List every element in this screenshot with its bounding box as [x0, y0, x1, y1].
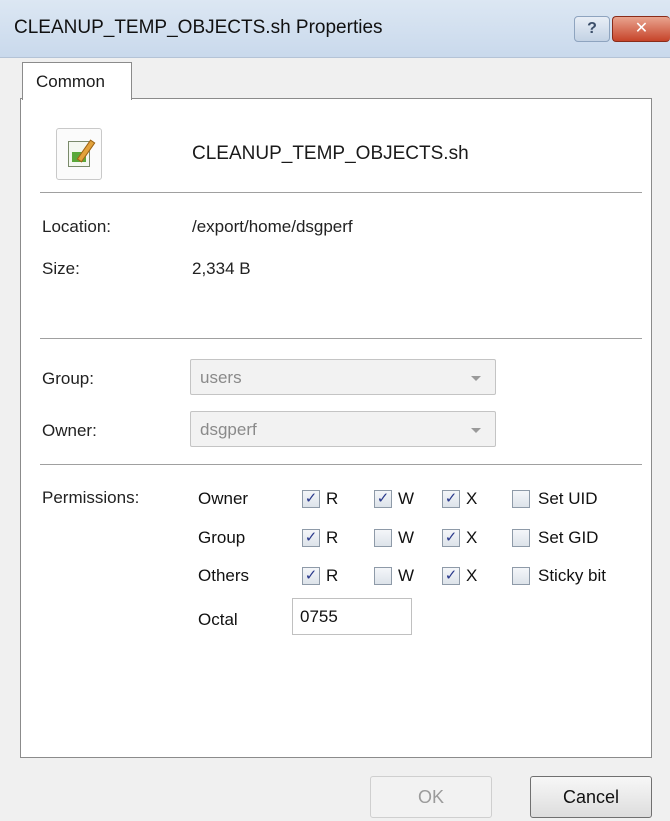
size-value: 2,334 B	[192, 259, 251, 278]
set-uid-label: Set UID	[538, 489, 598, 508]
file-name: CLEANUP_TEMP_OBJECTS.sh	[192, 143, 469, 164]
others-execute-checkbox[interactable]: ✓	[442, 567, 460, 585]
location-value: /export/home/dsgperf	[192, 217, 353, 236]
help-button[interactable]: ?	[574, 16, 610, 42]
permissions-label: Permissions:	[42, 488, 140, 507]
octal-input[interactable]	[292, 598, 412, 635]
set-gid-checkbox[interactable]	[512, 529, 530, 547]
window-title: CLEANUP_TEMP_OBJECTS.sh Properties	[14, 17, 383, 38]
chevron-down-icon	[471, 428, 481, 433]
read-label: R	[326, 566, 339, 585]
cancel-button[interactable]: Cancel	[530, 776, 652, 818]
read-label: R	[326, 489, 339, 508]
sticky-bit-checkbox[interactable]	[512, 567, 530, 585]
read-label: R	[326, 528, 339, 547]
group-dropdown-value: users	[200, 368, 242, 387]
group-label: Group:	[42, 369, 94, 388]
perm-row-others-label: Others	[198, 566, 250, 585]
owner-dropdown[interactable]: dsgperf	[190, 411, 496, 447]
sticky-bit-label: Sticky bit	[538, 566, 607, 585]
owner-dropdown-value: dsgperf	[200, 420, 257, 439]
perm-row-owner-label: Owner	[198, 489, 249, 508]
group-write-checkbox[interactable]	[374, 529, 392, 547]
perm-row-group-label: Group	[198, 528, 246, 547]
owner-execute-checkbox[interactable]: ✓	[442, 490, 460, 508]
owner-label: Owner:	[42, 421, 97, 440]
others-read-checkbox[interactable]: ✓	[302, 567, 320, 585]
ok-button[interactable]: OK	[370, 776, 492, 818]
octal-label: Octal	[198, 610, 238, 629]
others-write-checkbox[interactable]	[374, 567, 392, 585]
execute-label: X	[466, 566, 478, 585]
owner-read-checkbox[interactable]: ✓	[302, 490, 320, 508]
write-label: W	[398, 566, 415, 585]
owner-write-checkbox[interactable]: ✓	[374, 490, 392, 508]
size-label: Size:	[42, 259, 80, 278]
group-dropdown[interactable]: users	[190, 359, 496, 395]
title-bar[interactable]: CLEANUP_TEMP_OBJECTS.sh Properties ? ✕	[0, 0, 670, 58]
script-file-icon	[56, 128, 102, 180]
execute-label: X	[466, 489, 478, 508]
location-label: Location:	[42, 217, 111, 236]
group-read-checkbox[interactable]: ✓	[302, 529, 320, 547]
separator	[40, 338, 642, 339]
tab-common[interactable]: Common	[22, 62, 132, 100]
separator	[40, 192, 642, 193]
group-execute-checkbox[interactable]: ✓	[442, 529, 460, 547]
chevron-down-icon	[471, 376, 481, 381]
write-label: W	[398, 489, 415, 508]
separator	[40, 464, 642, 465]
set-gid-label: Set GID	[538, 528, 599, 547]
write-label: W	[398, 528, 415, 547]
set-uid-checkbox[interactable]	[512, 490, 530, 508]
close-button[interactable]: ✕	[612, 16, 670, 42]
execute-label: X	[466, 528, 478, 547]
